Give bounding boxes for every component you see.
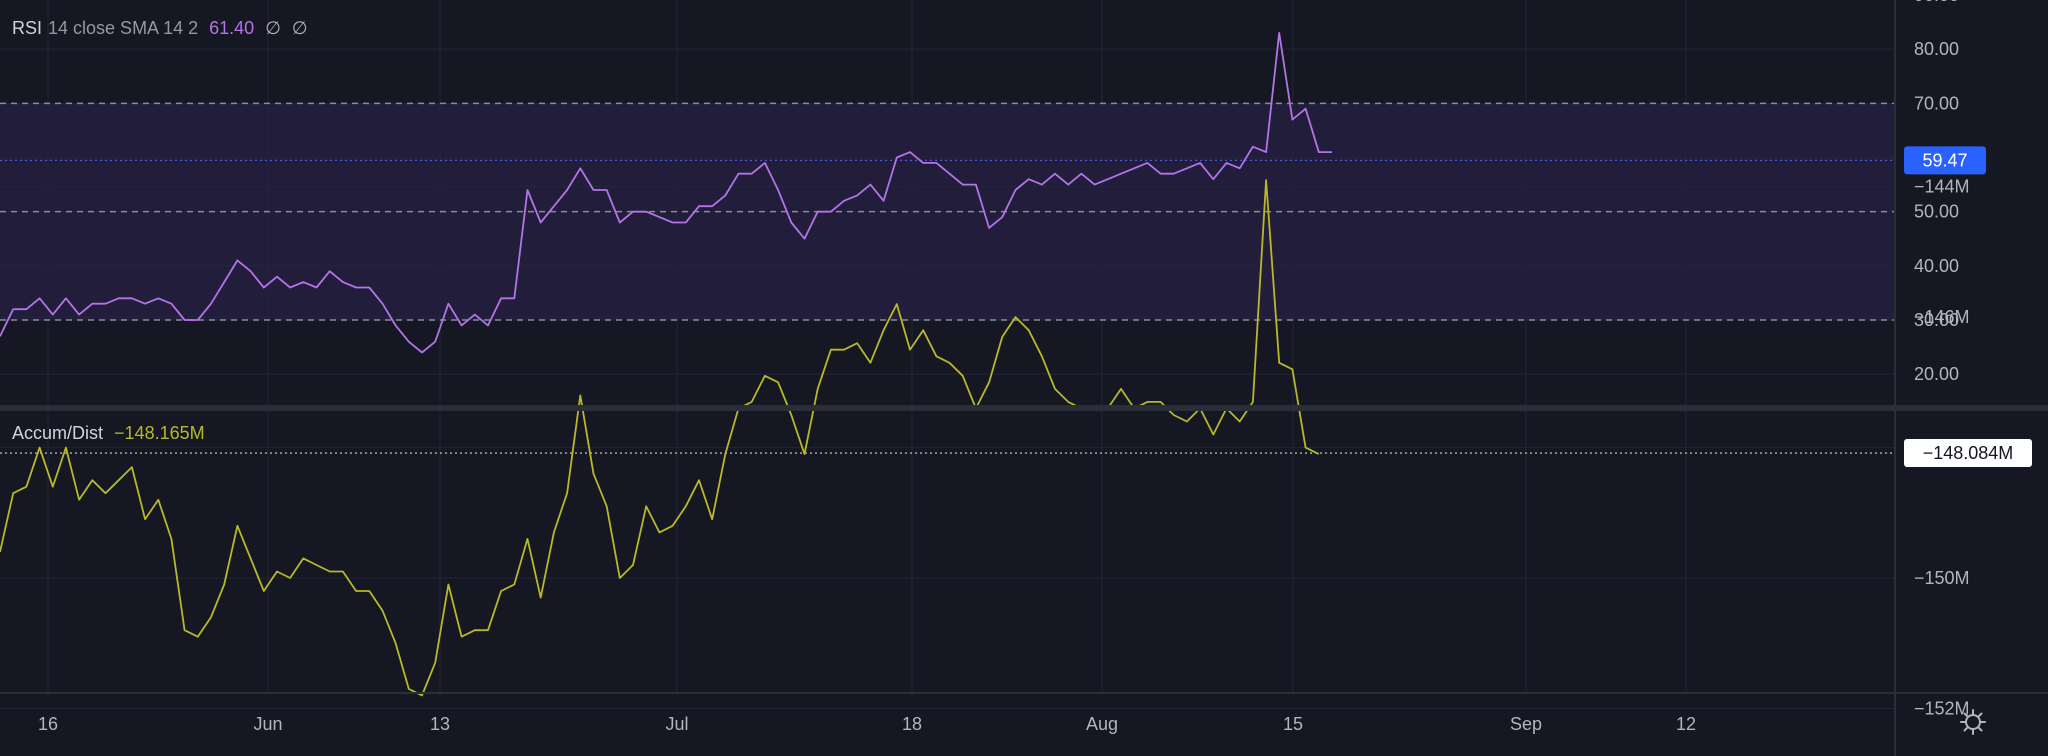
time-axis-label: 15 bbox=[1283, 714, 1303, 734]
ad-axis-label: −146M bbox=[1914, 307, 1970, 327]
rsi-legend-extra-2: ∅ bbox=[291, 18, 308, 38]
time-axis-label: 12 bbox=[1676, 714, 1696, 734]
settings-gear-icon[interactable] bbox=[1958, 707, 1988, 737]
rsi-axis-label: 90.00 bbox=[1914, 0, 1959, 5]
gear-icon-graphic bbox=[1960, 709, 1986, 735]
rsi-legend-value: 61.40 bbox=[209, 18, 255, 38]
rsi-axis-label: 70.00 bbox=[1914, 93, 1959, 113]
time-axis-border bbox=[0, 692, 2048, 694]
rsi-legend-params: 14 close SMA 14 2 bbox=[48, 18, 199, 38]
ad-axis-label: −150M bbox=[1914, 568, 1970, 588]
rsi-legend[interactable]: RSI 14 close SMA 14 2 61.40 ∅ ∅ bbox=[12, 18, 314, 39]
time-axis-label: 13 bbox=[430, 714, 450, 734]
rsi-last-value-tag-text: 59.47 bbox=[1922, 150, 1967, 170]
panel-separator bbox=[0, 405, 2048, 411]
ad-legend-name: Accum/Dist bbox=[12, 423, 104, 443]
ad-legend-value: −148.165M bbox=[114, 423, 205, 443]
rsi-axis-label: 50.00 bbox=[1914, 202, 1959, 222]
time-axis-label: Jun bbox=[253, 714, 282, 734]
ad-legend[interactable]: Accum/Dist −148.165M bbox=[12, 423, 211, 444]
rsi-axis-label: 80.00 bbox=[1914, 39, 1959, 59]
rsi-legend-extra-1: ∅ bbox=[265, 18, 281, 38]
rsi-legend-name: RSI bbox=[12, 18, 43, 38]
time-axis-label: 18 bbox=[902, 714, 922, 734]
rsi-axis-label: 40.00 bbox=[1914, 256, 1959, 276]
time-axis-label: Aug bbox=[1086, 714, 1118, 734]
chart-canvas: 90.0080.0070.0050.0040.0030.0020.00−144M… bbox=[0, 0, 2048, 756]
time-axis-label: Sep bbox=[1510, 714, 1542, 734]
chart-root: 90.0080.0070.0050.0040.0030.0020.00−144M… bbox=[0, 0, 2048, 756]
ad-axis-label: −144M bbox=[1914, 177, 1970, 197]
time-axis-label: 16 bbox=[38, 714, 58, 734]
time-axis-label: Jul bbox=[665, 714, 688, 734]
ad-last-value-tag-text: −148.084M bbox=[1923, 443, 2014, 463]
rsi-axis-label: 20.00 bbox=[1914, 364, 1959, 384]
price-axis-border bbox=[1894, 0, 1896, 756]
